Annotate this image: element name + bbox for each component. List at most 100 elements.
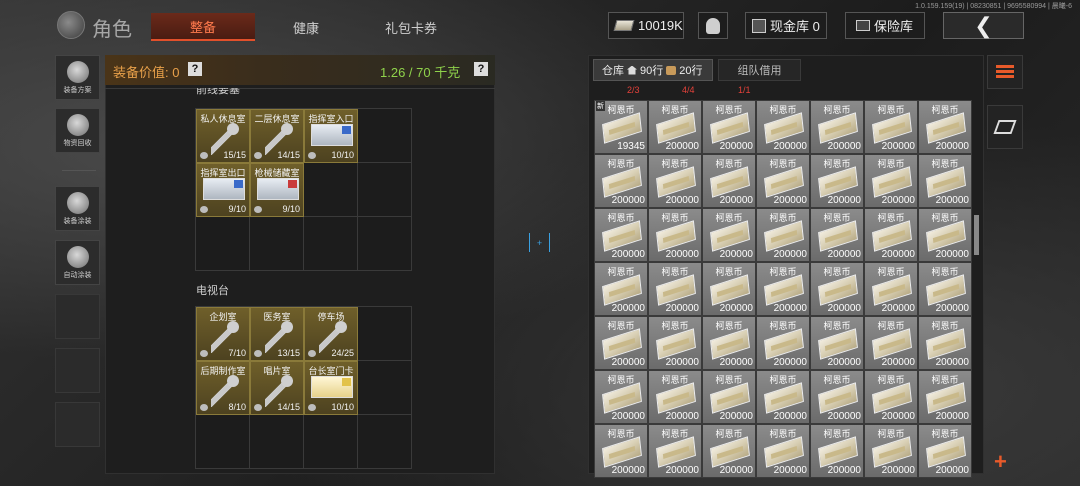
currency-item[interactable]: 柯恩币 200000 xyxy=(918,424,972,478)
item-count: 200000 xyxy=(719,195,753,206)
currency-item[interactable]: 柯恩币 200000 xyxy=(756,100,810,154)
empty-slot[interactable] xyxy=(358,217,412,271)
currency-item[interactable]: 柯恩币 200000 xyxy=(594,262,648,316)
currency-item[interactable]: 柯恩币 200000 xyxy=(864,100,918,154)
back-button[interactable]: ❮ xyxy=(943,12,1024,39)
currency-item[interactable]: 柯恩币 200000 xyxy=(702,262,756,316)
key-item[interactable]: 后期制作室 8/10 xyxy=(196,361,250,415)
empty-slot[interactable] xyxy=(358,109,412,163)
currency-item[interactable]: 柯恩币 200000 xyxy=(702,316,756,370)
empty-slot[interactable] xyxy=(196,415,250,469)
currency-item[interactable]: 柯恩币 200000 xyxy=(918,370,972,424)
empty-slot[interactable] xyxy=(358,415,412,469)
help-icon[interactable]: ? xyxy=(188,62,202,76)
item-count: 9/10 xyxy=(282,204,300,214)
currency-item[interactable]: 柯恩币 200000 xyxy=(594,424,648,478)
money-stack-icon xyxy=(926,382,966,414)
empty-slot[interactable] xyxy=(196,217,250,271)
currency-item[interactable]: 柯恩币 200000 xyxy=(594,208,648,262)
keycard-item[interactable]: 枪械储藏室 9/10 xyxy=(250,163,304,217)
currency-item[interactable]: 柯恩币 200000 xyxy=(756,316,810,370)
currency-item[interactable]: 柯恩币 200000 xyxy=(810,154,864,208)
keycard-item[interactable]: 台长室门卡 10/10 xyxy=(304,361,358,415)
sidebar-item-auto-paint[interactable]: 自动涂装 xyxy=(55,240,100,285)
currency-item[interactable]: 柯恩币 200000 xyxy=(648,100,702,154)
currency-item[interactable]: 柯恩币 200000 xyxy=(810,316,864,370)
sidebar-item-paint[interactable]: 装备涂装 xyxy=(55,186,100,231)
item-count: 7/10 xyxy=(228,348,246,358)
currency-item[interactable]: 柯恩币 200000 xyxy=(756,208,810,262)
currency-item[interactable]: 柯恩币 200000 xyxy=(918,208,972,262)
currency-item[interactable]: 柯恩币 200000 xyxy=(702,370,756,424)
currency-item[interactable]: 柯恩币 200000 xyxy=(756,154,810,208)
key-item[interactable]: 企划室 7/10 xyxy=(196,307,250,361)
currency-item[interactable]: 柯恩币 200000 xyxy=(810,100,864,154)
currency-item[interactable]: 柯恩币 200000 xyxy=(648,154,702,208)
profile-button[interactable] xyxy=(698,12,728,39)
empty-slot[interactable] xyxy=(304,217,358,271)
currency-item[interactable]: 柯恩币 200000 xyxy=(918,100,972,154)
currency-item[interactable]: 柯恩币 200000 xyxy=(864,154,918,208)
currency-item[interactable]: 柯恩币 200000 xyxy=(648,424,702,478)
key-item[interactable]: 停车场 24/25 xyxy=(304,307,358,361)
key-item[interactable]: 二层休息室 14/15 xyxy=(250,109,304,163)
tab-team-borrow[interactable]: 组队借用 xyxy=(718,59,801,81)
currency-item[interactable]: 柯恩币 200000 xyxy=(702,208,756,262)
currency-item[interactable]: 柯恩币 200000 xyxy=(864,370,918,424)
currency-item[interactable]: 柯恩币 200000 xyxy=(648,370,702,424)
currency-item[interactable]: 柯恩币 200000 xyxy=(810,370,864,424)
currency-item[interactable]: 柯恩币 200000 xyxy=(702,154,756,208)
stack-sort-button[interactable] xyxy=(987,55,1023,89)
tab-health[interactable]: 健康 xyxy=(256,13,356,41)
currency-item[interactable]: 柯恩币 200000 xyxy=(864,208,918,262)
scrollbar[interactable] xyxy=(974,215,979,255)
currency-item[interactable]: 柯恩币 200000 xyxy=(648,208,702,262)
keycard-item[interactable]: 指挥室入口 10/10 xyxy=(304,109,358,163)
currency-item[interactable]: 柯恩币 200000 xyxy=(594,370,648,424)
tab-warehouse[interactable]: 仓库 90行 20行 xyxy=(593,59,713,81)
keycard-icon xyxy=(203,178,245,200)
add-button[interactable]: + xyxy=(994,449,1007,475)
sidebar-item-recycle[interactable]: 物资回收 xyxy=(55,108,100,153)
empty-slot[interactable] xyxy=(250,415,304,469)
sidebar-item-equipment-plan[interactable]: 装备方案 xyxy=(55,55,100,100)
currency-item[interactable]: 柯恩币 200000 xyxy=(648,316,702,370)
empty-slot[interactable] xyxy=(358,307,412,361)
empty-slot[interactable] xyxy=(358,361,412,415)
layer-button[interactable] xyxy=(987,105,1023,149)
currency-item[interactable]: 柯恩币 200000 xyxy=(918,154,972,208)
tab-loadout[interactable]: 整备 xyxy=(151,13,255,41)
money-display[interactable]: 10019K xyxy=(608,12,684,39)
help-icon[interactable]: ? xyxy=(474,62,488,76)
currency-item[interactable]: 柯恩币 200000 xyxy=(756,262,810,316)
currency-item[interactable]: 柯恩币 200000 xyxy=(594,154,648,208)
currency-item[interactable]: 柯恩币 200000 xyxy=(810,424,864,478)
safe-vault-button[interactable]: 保险库 xyxy=(845,12,925,39)
currency-item[interactable]: 柯恩币 200000 xyxy=(864,262,918,316)
key-item[interactable]: 私人休息室 15/15 xyxy=(196,109,250,163)
currency-item[interactable]: 柯恩币 200000 xyxy=(864,424,918,478)
empty-slot[interactable] xyxy=(358,163,412,217)
section-title: 前线要塞 xyxy=(196,88,240,96)
currency-item[interactable]: 柯恩币 200000 xyxy=(918,316,972,370)
currency-item[interactable]: 柯恩币 200000 xyxy=(756,370,810,424)
keycard-item[interactable]: 指挥室出口 9/10 xyxy=(196,163,250,217)
key-item[interactable]: 唱片室 14/15 xyxy=(250,361,304,415)
currency-item[interactable]: 柯恩币 19345 新 xyxy=(594,100,648,154)
cash-vault-button[interactable]: 现金库 0 xyxy=(745,12,827,39)
currency-item[interactable]: 柯恩币 200000 xyxy=(702,100,756,154)
currency-item[interactable]: 柯恩币 200000 xyxy=(648,262,702,316)
currency-item[interactable]: 柯恩币 200000 xyxy=(702,424,756,478)
empty-slot[interactable] xyxy=(304,415,358,469)
currency-item[interactable]: 柯恩币 200000 xyxy=(810,262,864,316)
currency-item[interactable]: 柯恩币 200000 xyxy=(810,208,864,262)
empty-slot[interactable] xyxy=(304,163,358,217)
tab-gift-cards[interactable]: 礼包卡券 xyxy=(357,13,465,41)
key-item[interactable]: 医务室 13/15 xyxy=(250,307,304,361)
currency-item[interactable]: 柯恩币 200000 xyxy=(918,262,972,316)
sidebar-item-label: 装备涂装 xyxy=(63,217,92,225)
currency-item[interactable]: 柯恩币 200000 xyxy=(594,316,648,370)
currency-item[interactable]: 柯恩币 200000 xyxy=(756,424,810,478)
currency-item[interactable]: 柯恩币 200000 xyxy=(864,316,918,370)
empty-slot[interactable] xyxy=(250,217,304,271)
